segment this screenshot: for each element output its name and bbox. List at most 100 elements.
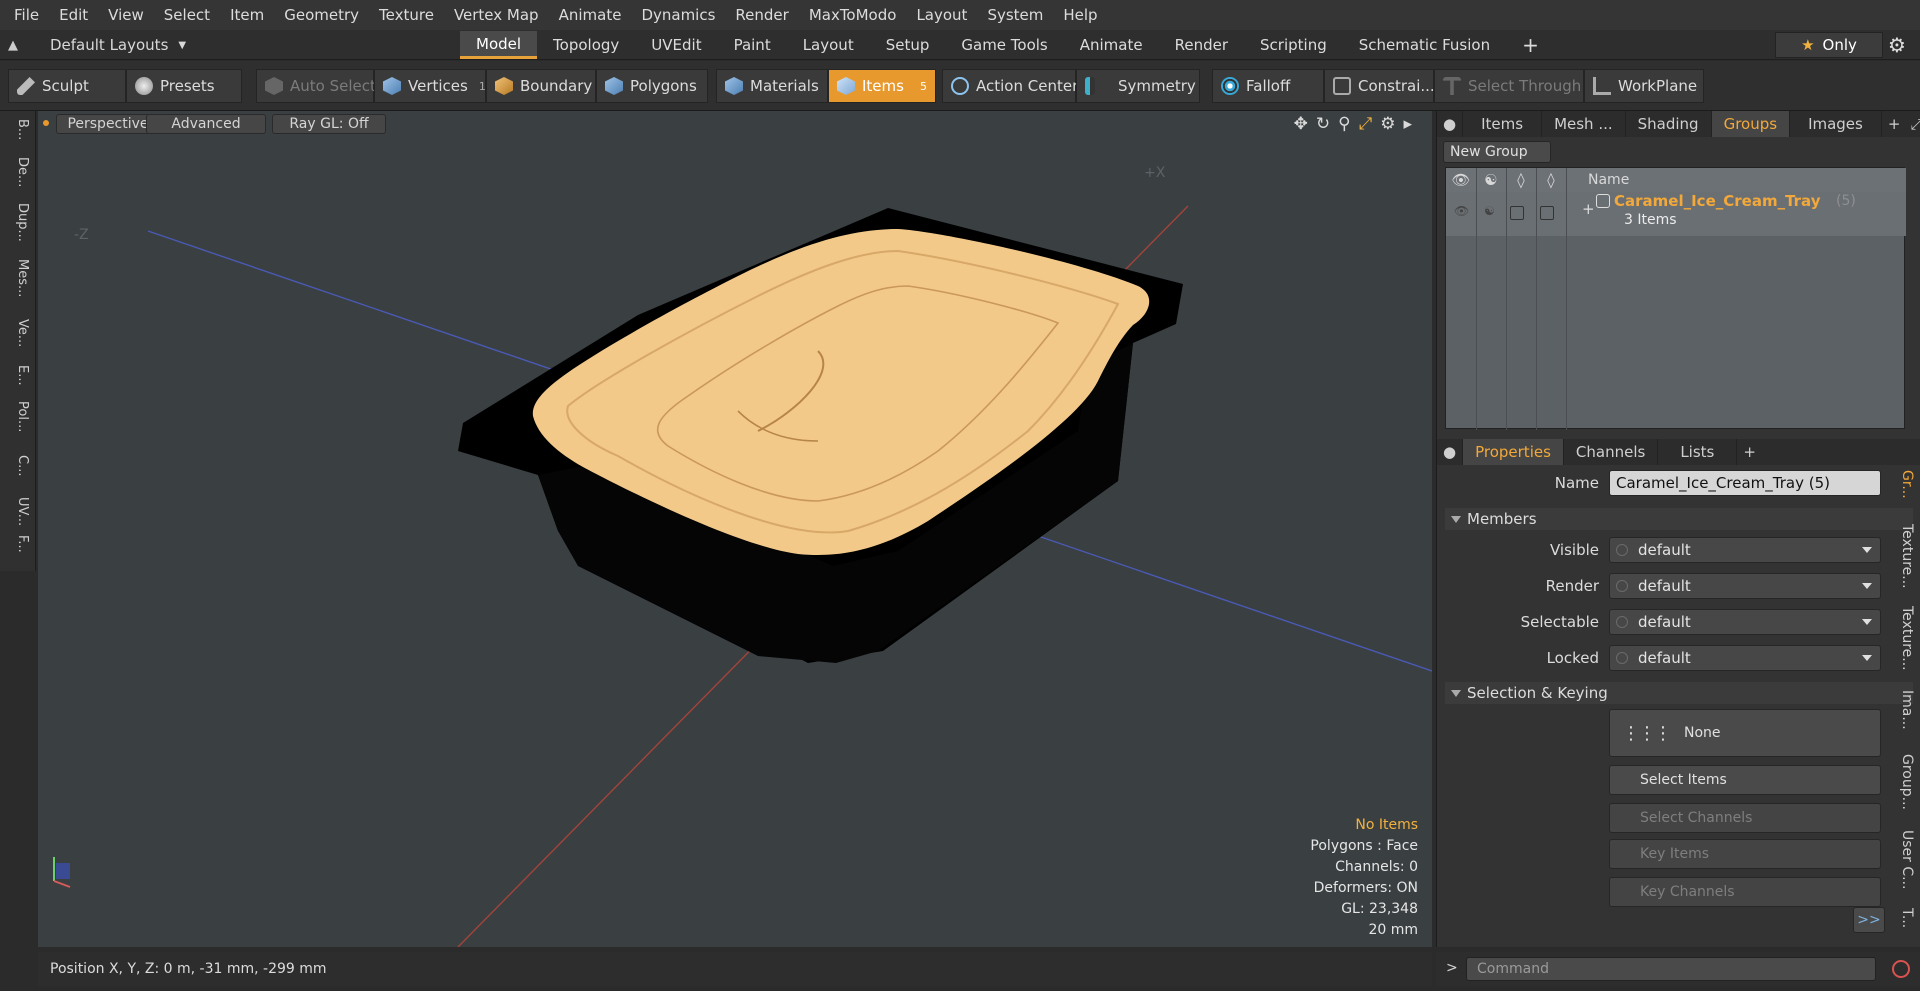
tab-paint[interactable]: Paint (718, 31, 787, 59)
sculpt-button[interactable]: Sculpt (8, 69, 126, 103)
more-button[interactable]: >> (1853, 907, 1885, 933)
action-center-button[interactable]: Action Center (942, 69, 1078, 103)
tab-setup[interactable]: Setup (870, 31, 946, 59)
left-tab-uv[interactable]: UV... (6, 497, 30, 526)
select-through-button[interactable]: Select Through (1434, 69, 1584, 103)
polygons-button[interactable]: Polygons (596, 69, 708, 103)
add-tab-icon[interactable]: + (1506, 31, 1555, 59)
menu-texture[interactable]: Texture (369, 6, 444, 24)
left-tab-polygon[interactable]: Pol... (6, 401, 30, 432)
expand-panel-icon[interactable]: ⤢ (1906, 111, 1920, 137)
selection-keying-section[interactable]: Selection & Keying (1445, 682, 1913, 704)
menu-file[interactable]: File (4, 6, 49, 24)
rotate-view-icon[interactable]: ↻ (1316, 114, 1330, 134)
auto-select-button[interactable]: Auto Select (256, 69, 376, 103)
locked-dropdown[interactable]: default (1609, 645, 1881, 671)
tab-game-tools[interactable]: Game Tools (945, 31, 1063, 59)
row-lock-checkbox[interactable] (1510, 206, 1524, 220)
advanced-button[interactable]: Advanced (146, 114, 266, 134)
left-tab-edge[interactable]: E... (6, 365, 30, 386)
rv-tab-texture-2[interactable]: Texture... (1893, 606, 1915, 671)
render-icon[interactable]: ☯ (1476, 171, 1506, 189)
left-tab-duplicate[interactable]: Dup... (6, 203, 30, 242)
materials-button[interactable]: Materials (716, 69, 828, 103)
menu-view[interactable]: View (98, 6, 154, 24)
rv-tab-image[interactable]: Ima... (1893, 690, 1915, 730)
tab-layout[interactable]: Layout (787, 31, 870, 59)
rv-tab-tags[interactable]: T... (1893, 908, 1915, 928)
row-select-checkbox[interactable] (1540, 206, 1554, 220)
perspective-button[interactable]: Perspective (56, 114, 160, 134)
tab-scripting[interactable]: Scripting (1244, 31, 1343, 59)
tab-uvedit[interactable]: UVEdit (635, 31, 717, 59)
tab-images[interactable]: Images (1790, 111, 1882, 137)
select-channels-button[interactable]: Select Channels (1609, 803, 1881, 833)
table-row[interactable]: 👁 ☯ + Caramel_Ice_Cream_Tray (5) 3 Items (1446, 192, 1906, 236)
none-button[interactable]: ⋮⋮⋮ None (1609, 709, 1881, 757)
menu-dynamics[interactable]: Dynamics (631, 6, 725, 24)
group-name[interactable]: Caramel_Ice_Cream_Tray (1614, 192, 1821, 210)
menu-help[interactable]: Help (1053, 6, 1107, 24)
visible-dropdown[interactable]: default (1609, 537, 1881, 563)
select-items-button[interactable]: Select Items (1609, 765, 1881, 795)
move-view-icon[interactable]: ✥ (1294, 114, 1308, 134)
name-field[interactable]: Caramel_Ice_Cream_Tray (5) (1609, 470, 1881, 496)
boundary-button[interactable]: Boundary (486, 69, 596, 103)
tab-render[interactable]: Render (1159, 31, 1244, 59)
left-tab-fusion[interactable]: F... (6, 535, 30, 553)
tab-animate[interactable]: Animate (1064, 31, 1159, 59)
new-group-button[interactable]: New Group (1443, 141, 1551, 163)
menu-system[interactable]: System (977, 6, 1053, 24)
left-tab-vertex[interactable]: Ve... (6, 319, 30, 347)
symmetry-button[interactable]: Symmetry (1076, 69, 1200, 103)
select-cube-icon[interactable]: ◊ (1536, 171, 1566, 189)
tab-properties[interactable]: Properties (1463, 439, 1564, 465)
tab-channels[interactable]: Channels (1564, 439, 1659, 465)
viewport-expand-icon[interactable]: ▸ (1403, 114, 1412, 134)
presets-button[interactable]: Presets (126, 69, 242, 103)
tab-items[interactable]: Items (1463, 111, 1543, 137)
raygl-button[interactable]: Ray GL: Off (272, 114, 386, 134)
row-render-icon[interactable]: ☯ (1484, 204, 1495, 218)
rv-tab-texture-1[interactable]: Texture... (1893, 524, 1915, 589)
key-items-button[interactable]: Key Items (1609, 839, 1881, 869)
add-panel-tab-icon[interactable]: + (1882, 111, 1907, 137)
gear-icon[interactable]: ⚙ (1888, 33, 1906, 57)
members-section[interactable]: Members (1445, 508, 1913, 530)
workplane-button[interactable]: WorkPlane (1584, 69, 1704, 103)
menu-layout[interactable]: Layout (906, 6, 977, 24)
tab-model[interactable]: Model (460, 31, 538, 59)
3d-viewport[interactable]: +X -Z Perspective Advanced Ray GL: Off ✥… (38, 111, 1432, 947)
left-tab-curve[interactable]: C... (6, 455, 30, 476)
lock-cube-icon[interactable]: ◊ (1506, 171, 1536, 189)
rv-tab-group[interactable]: Gr... (1893, 470, 1915, 499)
menu-animate[interactable]: Animate (549, 6, 632, 24)
menu-maxtomodo[interactable]: MaxToModo (799, 6, 907, 24)
rv-tab-group-2[interactable]: Group... (1893, 754, 1915, 810)
render-dropdown[interactable]: default (1609, 573, 1881, 599)
selectable-dropdown[interactable]: default (1609, 609, 1881, 635)
left-tab-mesh-edit[interactable]: Mes... (6, 259, 30, 297)
record-icon[interactable] (1892, 960, 1910, 978)
collapse-up-icon[interactable]: ▲ (8, 38, 18, 53)
zoom-view-icon[interactable]: ⚲ (1338, 114, 1350, 134)
fit-view-icon[interactable]: ⤢ (1359, 114, 1373, 134)
menu-vertex-map[interactable]: Vertex Map (444, 6, 549, 24)
left-tab-deform[interactable]: De... (6, 157, 30, 187)
name-column-header[interactable]: Name (1588, 172, 1629, 188)
visibility-eye-icon[interactable]: 👁 (1446, 171, 1476, 189)
menu-edit[interactable]: Edit (49, 6, 98, 24)
tab-shading[interactable]: Shading (1626, 111, 1712, 137)
command-input[interactable]: Command (1466, 957, 1876, 981)
key-channels-button[interactable]: Key Channels (1609, 877, 1881, 907)
layouts-dropdown[interactable]: ▲ Default Layouts ▼ (8, 30, 186, 60)
expand-plus-icon[interactable]: + (1582, 200, 1595, 218)
tab-schematic-fusion[interactable]: Schematic Fusion (1343, 31, 1506, 59)
tab-topology[interactable]: Topology (537, 31, 635, 59)
tab-mesh[interactable]: Mesh ... (1542, 111, 1626, 137)
menu-render[interactable]: Render (725, 6, 798, 24)
left-tab-basic[interactable]: B... (6, 119, 30, 140)
constraints-button[interactable]: Constrai... (1324, 69, 1435, 103)
only-button[interactable]: ★ Only (1775, 32, 1883, 58)
add-props-tab-icon[interactable]: + (1737, 439, 1762, 465)
